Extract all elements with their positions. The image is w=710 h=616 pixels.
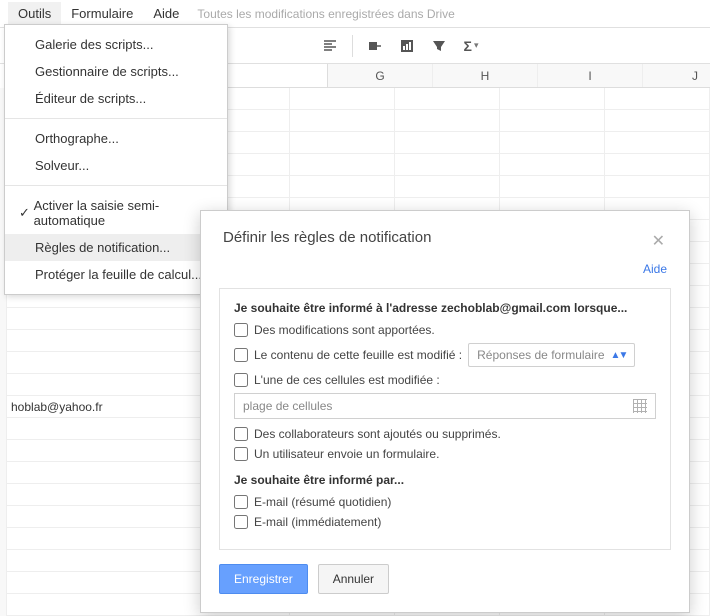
save-status: Toutes les modifications enregistrées da… [197, 7, 454, 21]
menu-item-label: Galerie des scripts... [35, 37, 154, 52]
section-how-title: Je souhaite être informé par... [234, 473, 656, 487]
column-header[interactable]: H [433, 64, 538, 87]
menu-item-script-gallery[interactable]: Galerie des scripts... [5, 31, 227, 58]
when-title-suffix: lorsque... [571, 301, 628, 315]
menu-item-autocomplete[interactable]: ✓Activer la saisie semi-automatique [5, 192, 227, 234]
align-button[interactable] [316, 33, 344, 59]
checkbox-email-daily[interactable] [234, 495, 248, 509]
menu-item-solver[interactable]: Solveur... [5, 152, 227, 179]
menu-item-label: Solveur... [35, 158, 89, 173]
sigma-icon: Σ [464, 38, 472, 54]
menu-help[interactable]: Aide [143, 2, 189, 25]
updown-icon: ▲▼ [611, 350, 627, 361]
tools-dropdown: Galerie des scripts... Gestionnaire de s… [4, 24, 228, 295]
menu-item-spelling[interactable]: Orthographe... [5, 125, 227, 152]
checkbox-cells-modified[interactable] [234, 373, 248, 387]
option-label: Le contenu de cette feuille est modifié … [254, 348, 462, 362]
column-header[interactable]: I [538, 64, 643, 87]
menu-item-label: Protéger la feuille de calcul... [35, 267, 202, 282]
close-icon[interactable]: ✕ [648, 229, 669, 253]
section-when-title: Je souhaite être informé à l'adresse zec… [234, 301, 656, 315]
menu-item-script-editor[interactable]: Éditeur de scripts... [5, 85, 227, 112]
sheet-select-value: Réponses de formulaire [477, 348, 604, 362]
menu-item-label: Gestionnaire de scripts... [35, 64, 179, 79]
text-overflow-button[interactable] [361, 33, 389, 59]
checkbox-form-submit[interactable] [234, 447, 248, 461]
chevron-down-icon: ▾ [474, 40, 479, 51]
filter-icon [432, 39, 446, 53]
option-label: Des collaborateurs sont ajoutés ou suppr… [254, 427, 501, 441]
help-link[interactable]: Aide [643, 262, 667, 276]
menu-form[interactable]: Formulaire [61, 2, 143, 25]
filter-button[interactable] [425, 33, 453, 59]
toolbar-separator [352, 35, 353, 57]
menu-item-notification-rules[interactable]: Règles de notification... [5, 234, 227, 261]
menu-item-label: Règles de notification... [35, 240, 170, 255]
chart-button[interactable] [393, 33, 421, 59]
dialog-footer: Enregistrer Annuler [201, 550, 689, 612]
cell-range-placeholder: plage de cellules [243, 399, 332, 413]
align-icon [323, 39, 337, 53]
notification-rules-dialog: Définir les règles de notification ✕ Aid… [200, 210, 690, 613]
dialog-body: Je souhaite être informé à l'adresse zec… [219, 288, 671, 550]
menu-tools[interactable]: Outils [8, 2, 61, 25]
notify-email: zechoblab@gmail.com [441, 301, 571, 315]
check-icon: ✓ [19, 205, 34, 221]
column-header[interactable]: J [643, 64, 710, 87]
checkbox-collaborators[interactable] [234, 427, 248, 441]
option-label: E-mail (résumé quotidien) [254, 495, 391, 509]
save-button[interactable]: Enregistrer [219, 564, 308, 594]
checkbox-changes[interactable] [234, 323, 248, 337]
checkbox-email-immediate[interactable] [234, 515, 248, 529]
sheet-select[interactable]: Réponses de formulaire ▲▼ [468, 343, 635, 367]
column-header[interactable]: G [328, 64, 433, 87]
text-overflow-icon [368, 39, 382, 53]
chart-icon [400, 39, 414, 53]
option-label: Des modifications sont apportées. [254, 323, 435, 337]
menu-item-label: Activer la saisie semi-automatique [34, 198, 213, 228]
menu-item-protect-sheet[interactable]: Protéger la feuille de calcul... [5, 261, 227, 288]
grid-picker-icon[interactable] [633, 399, 647, 413]
dialog-title: Définir les règles de notification [223, 229, 431, 246]
cell-range-input[interactable]: plage de cellules [234, 393, 656, 419]
checkbox-sheet-content[interactable] [234, 348, 248, 362]
when-title-prefix: Je souhaite être informé à l'adresse [234, 301, 441, 315]
dialog-header: Définir les règles de notification ✕ [201, 211, 689, 261]
menu-separator [5, 118, 227, 119]
menu-item-label: Éditeur de scripts... [35, 91, 146, 106]
cancel-button[interactable]: Annuler [318, 564, 389, 594]
menu-item-label: Orthographe... [35, 131, 119, 146]
menu-separator [5, 185, 227, 186]
menu-item-script-manager[interactable]: Gestionnaire de scripts... [5, 58, 227, 85]
option-label: Un utilisateur envoie un formulaire. [254, 447, 439, 461]
functions-button[interactable]: Σ ▾ [457, 33, 485, 59]
option-label: L'une de ces cellules est modifiée : [254, 373, 440, 387]
option-label: E-mail (immédiatement) [254, 515, 381, 529]
